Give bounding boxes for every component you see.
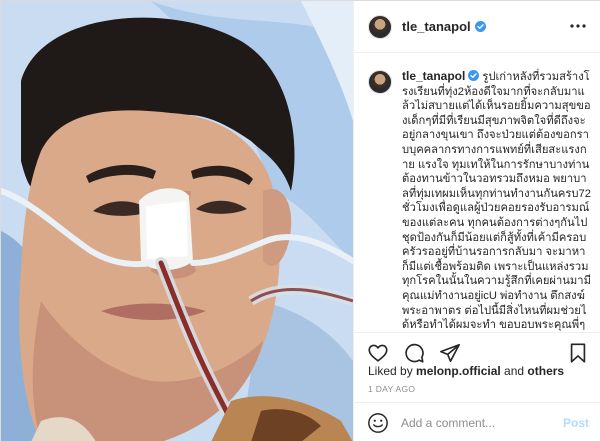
instagram-post: tle_tanapol tle_tanapol รูปเก่าหลังที่รวม… [0, 0, 600, 441]
bookmark-icon[interactable] [567, 342, 589, 364]
post-comment-button[interactable]: Post [563, 416, 589, 430]
verified-badge-icon [474, 21, 486, 32]
username-link[interactable]: tle_tanapol [402, 19, 471, 34]
caption-comment: tle_tanapol รูปเก่าหลังที่รวมสร้างโรงเรีย… [368, 69, 591, 332]
likes-joiner: and [500, 364, 528, 378]
comment-input[interactable] [401, 415, 551, 430]
caption-username-link[interactable]: tle_tanapol [402, 69, 465, 83]
verified-badge-icon [468, 70, 480, 81]
share-icon[interactable] [439, 342, 461, 364]
caption-avatar[interactable] [368, 70, 392, 94]
comments-section: tle_tanapol รูปเก่าหลังที่รวมสร้างโรงเรีย… [354, 53, 600, 332]
comment-icon[interactable] [403, 342, 425, 364]
hospital-selfie-illustration [1, 1, 353, 441]
post-header: tle_tanapol [354, 1, 600, 53]
likes-summary: Liked by melonp.official and others [368, 364, 564, 378]
post-timestamp[interactable]: 1 DAY AGO [368, 384, 415, 394]
post-sidebar: tle_tanapol tle_tanapol รูปเก่าหลังที่รวม… [353, 1, 600, 441]
heart-icon[interactable] [367, 342, 389, 364]
likes-others-link[interactable]: others [527, 364, 564, 378]
more-options-icon[interactable] [569, 17, 587, 35]
liked-by-user-link[interactable]: melonp.official [416, 364, 501, 378]
likes-prefix: Liked by [368, 364, 417, 378]
caption-text: รูปเก่าหลังที่รวมสร้างโรงเรียนที่ทุ่ง2ห้… [402, 71, 591, 332]
post-photo[interactable] [1, 1, 353, 441]
caption: tle_tanapol รูปเก่าหลังที่รวมสร้างโรงเรีย… [402, 69, 591, 332]
avatar[interactable] [368, 14, 392, 39]
add-comment-bar: Post [354, 402, 600, 441]
emoji-icon[interactable] [367, 412, 389, 434]
